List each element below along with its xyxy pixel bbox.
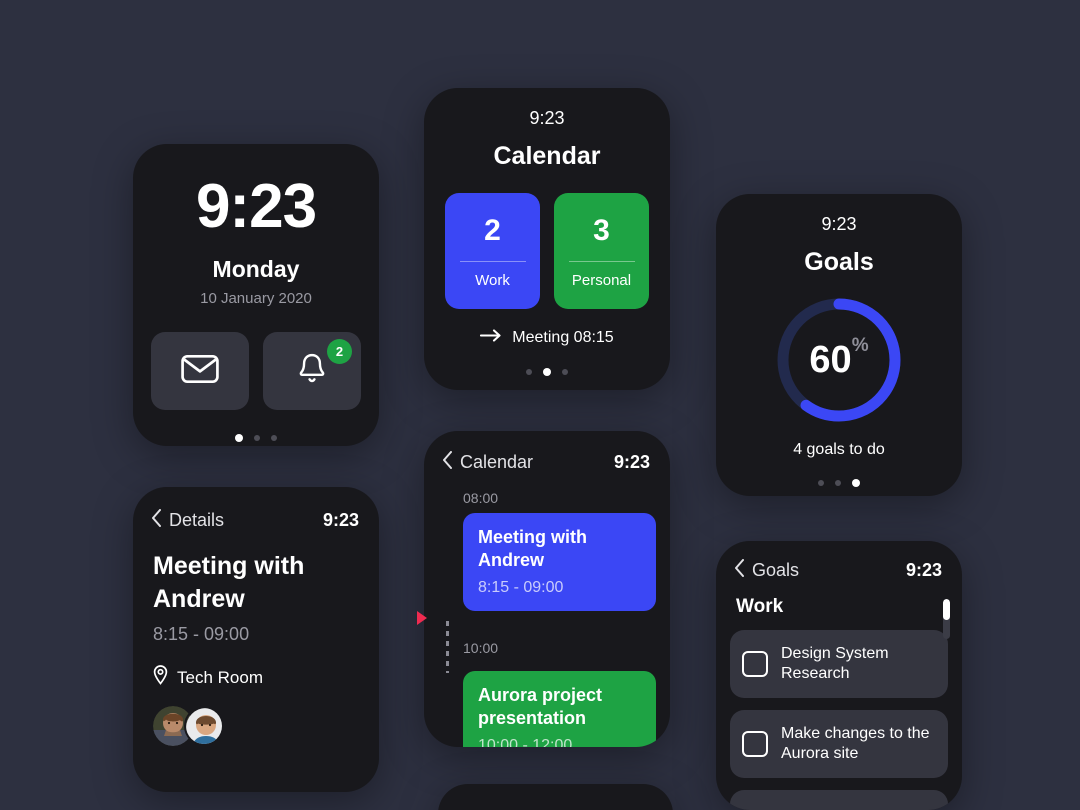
goal-text: Design System Research — [781, 645, 889, 682]
goals-list-card[interactable]: Goals 9:23 Work Design System Research M… — [716, 541, 962, 810]
status-time: 9:23 — [821, 214, 857, 234]
meeting-location: Tech Room — [133, 645, 379, 690]
page-indicator — [424, 368, 670, 376]
hour-label-1000: 10:00 — [463, 640, 499, 656]
scrollbar-thumb[interactable] — [943, 599, 950, 620]
back-label: Details — [169, 510, 225, 530]
event-time: 10:00 - 12:00 — [478, 737, 573, 747]
status-time: 9:23 — [613, 452, 650, 472]
page-indicator — [133, 434, 379, 442]
current-time-marker-icon — [417, 611, 427, 625]
map-pin-icon — [153, 665, 168, 690]
status-time: 9:23 — [322, 510, 359, 530]
back-label: Calendar — [460, 452, 534, 472]
avatar[interactable] — [184, 706, 224, 746]
back-button[interactable]: Calendar — [442, 451, 533, 474]
work-label: Work — [475, 271, 510, 289]
page-indicator — [716, 479, 962, 487]
bell-icon — [296, 352, 328, 391]
goals-subtitle: 4 goals to do — [793, 441, 885, 458]
calendar-timeline-card[interactable]: Calendar 9:23 08:00 Meeting with Andrew … — [424, 431, 670, 747]
next-event-label: Meeting 08:15 — [512, 329, 614, 346]
personal-label: Personal — [571, 271, 632, 289]
hour-label-0800: 08:00 — [463, 490, 499, 506]
goals-progress-ring: 60 % — [774, 295, 904, 425]
page-dot-2[interactable] — [543, 368, 551, 376]
timeline-dotted-guide — [446, 621, 449, 673]
progress-unit: % — [851, 335, 869, 356]
meeting-details-card[interactable]: Details 9:23 Meeting with Andrew 8:15 - … — [133, 487, 379, 792]
clock-day: Monday — [212, 256, 300, 282]
back-label: Goals — [752, 560, 800, 580]
calendar-summary-card[interactable]: 9:23 Calendar 2 Work 3 Personal Meeting … — [424, 88, 670, 390]
clock-time: 9:23 — [195, 172, 317, 241]
goals-title: Goals — [804, 248, 874, 276]
section-header-work: Work — [736, 596, 784, 617]
page-dot-3[interactable] — [852, 479, 860, 487]
notification-badge: 2 — [327, 339, 352, 364]
meeting-title: Meeting with Andrew — [153, 552, 305, 613]
clock-card[interactable]: 9:23 Monday 10 January 2020 2 — [133, 144, 379, 446]
chevron-left-icon — [151, 509, 162, 532]
chevron-left-icon — [442, 451, 453, 474]
category-tiles: 2 Work 3 Personal — [424, 193, 670, 309]
status-time: 9:23 — [905, 560, 942, 580]
envelope-icon — [181, 354, 219, 389]
page-dot-2[interactable] — [254, 435, 260, 441]
page-dot-1[interactable] — [235, 434, 243, 442]
next-event-row[interactable]: Meeting 08:15 — [424, 329, 670, 347]
progress-value: 60 — [809, 338, 852, 381]
clock-date: 10 January 2020 — [200, 290, 312, 307]
event-title: Meeting with Andrew — [478, 527, 587, 570]
divider — [568, 260, 635, 262]
goals-progress-card[interactable]: 9:23 Goals 60 % 4 goals to do — [716, 194, 962, 496]
mail-button[interactable] — [151, 332, 249, 410]
page-dot-1[interactable] — [526, 369, 532, 375]
goal-list-item[interactable]: Make changes to the Aurora site — [730, 710, 948, 778]
ring-value-group: 60 % — [774, 295, 904, 425]
next-card-partial[interactable] — [438, 784, 673, 810]
status-time: 9:23 — [529, 108, 565, 128]
arrow-right-icon — [480, 329, 502, 347]
checkbox-icon[interactable] — [742, 651, 768, 677]
chevron-left-icon — [734, 559, 745, 582]
page-dot-3[interactable] — [562, 369, 568, 375]
back-button[interactable]: Goals — [734, 559, 799, 582]
timeline-event-meeting[interactable]: Meeting with Andrew 8:15 - 09:00 — [463, 513, 656, 611]
back-button[interactable]: Details — [151, 509, 224, 532]
quick-action-tiles: 2 — [133, 332, 379, 410]
goal-text: Make changes to the Aurora site — [781, 725, 930, 762]
location-label: Tech Room — [177, 667, 263, 687]
calendar-title: Calendar — [493, 142, 601, 170]
personal-count: 3 — [593, 213, 610, 247]
divider — [459, 260, 526, 262]
checkbox-icon[interactable] — [742, 731, 768, 757]
page-dot-1[interactable] — [818, 480, 824, 486]
work-count: 2 — [484, 213, 501, 247]
details-navbar: Details 9:23 — [133, 487, 379, 532]
goal-list-item[interactable]: Design System Research — [730, 630, 948, 698]
goals-list-navbar: Goals 9:23 — [716, 541, 962, 582]
event-time: 8:15 - 09:00 — [478, 579, 564, 596]
scrollbar[interactable] — [943, 599, 950, 639]
meeting-time-range: 8:15 - 09:00 — [153, 624, 250, 644]
attendee-avatars — [133, 690, 379, 746]
category-tile-work[interactable]: 2 Work — [445, 193, 540, 309]
goal-list-item-partial[interactable] — [730, 790, 948, 810]
timeline-navbar: Calendar 9:23 — [424, 431, 670, 474]
category-tile-personal[interactable]: 3 Personal — [554, 193, 649, 309]
event-title: Aurora project presentation — [478, 685, 603, 728]
timeline-event-aurora[interactable]: Aurora project presentation 10:00 - 12:0… — [463, 671, 656, 747]
screen: 9:23 Monday 10 January 2020 2 Details 9:… — [0, 0, 1080, 810]
page-dot-3[interactable] — [271, 435, 277, 441]
notifications-button[interactable]: 2 — [263, 332, 361, 410]
page-dot-2[interactable] — [835, 480, 841, 486]
